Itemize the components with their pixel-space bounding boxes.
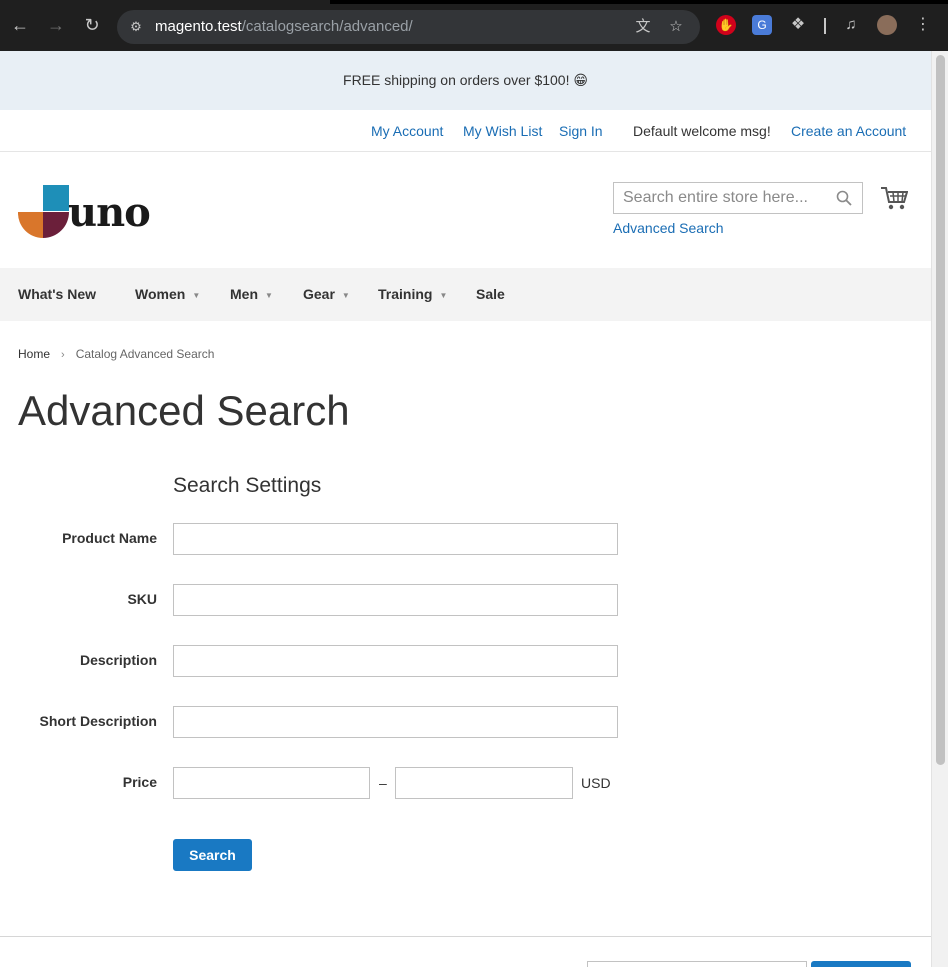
price-currency: USD (581, 775, 611, 791)
promo-banner: FREE shipping on orders over $100! 😁 (0, 51, 931, 110)
nav-item-whats-new[interactable]: What's New (18, 286, 96, 302)
description-input[interactable] (173, 645, 618, 677)
nav-item-label: What's New (18, 286, 97, 302)
my-wish-list-link[interactable]: My Wish List (463, 123, 542, 139)
product-name-label: Product Name (62, 530, 157, 546)
chevron-down-icon: ▼ (341, 290, 350, 300)
chevron-down-icon: ▼ (265, 290, 273, 300)
price-to-input[interactable] (395, 767, 573, 799)
product-name-input[interactable] (173, 523, 618, 555)
translate-extension-icon[interactable]: G (752, 15, 772, 35)
nav-item-gear[interactable]: Gear ▼ (303, 286, 350, 302)
newsletter-subscribe-button[interactable] (811, 961, 911, 967)
breadcrumb: Home › Catalog Advanced Search (18, 347, 214, 361)
price-from-input[interactable] (173, 767, 370, 799)
footer-divider (0, 936, 931, 937)
form-legend: Search Settings (173, 474, 322, 497)
logo-mark-icon (17, 185, 69, 238)
url-path: /catalogsearch/advanced/ (241, 18, 413, 35)
nav-item-men[interactable]: Men ▼ (230, 286, 273, 302)
breadcrumb-home-link[interactable]: Home (18, 347, 50, 361)
breadcrumb-separator: › (61, 349, 65, 361)
bookmark-star-icon[interactable]: ☆ (667, 18, 685, 36)
header-links: My Account My Wish List Sign In Default … (0, 110, 931, 152)
nav-item-training[interactable]: Training ▼ (378, 286, 447, 302)
nav-item-women[interactable]: Women ▼ (135, 286, 200, 302)
url-text[interactable]: magento.test/catalogsearch/advanced/ (155, 18, 413, 36)
description-label: Description (79, 652, 157, 668)
back-icon[interactable]: ← (9, 14, 31, 36)
my-account-link[interactable]: My Account (371, 123, 443, 139)
page-title: Advanced Search (18, 387, 350, 434)
nav-item-label: Sale (476, 286, 505, 302)
forward-icon[interactable]: → (45, 14, 67, 36)
search-icon[interactable] (836, 190, 852, 206)
advanced-search-link[interactable]: Advanced Search (613, 220, 724, 236)
create-account-link[interactable]: Create an Account (791, 123, 906, 139)
search-input[interactable] (614, 183, 832, 213)
address-bar[interactable]: ⚙ magento.test/catalogsearch/advanced/ 文… (117, 10, 700, 44)
reload-icon[interactable]: ↻ (81, 14, 103, 36)
scrollbar-thumb[interactable] (936, 55, 945, 765)
nav-item-label: Men (230, 286, 258, 302)
nav-item-label: Training (378, 286, 433, 302)
nav-item-sale[interactable]: Sale (476, 286, 505, 302)
extensions-puzzle-icon[interactable]: ❖ (788, 15, 808, 35)
short-description-input[interactable] (173, 706, 618, 738)
browser-menu-icon[interactable]: ⋮ (913, 15, 933, 35)
main-navigation: What's New Women ▼ Men ▼ Gear ▼ Training ▼ S… (0, 268, 931, 321)
price-range-separator: – (379, 775, 387, 791)
browser-toolbar: ← → ↻ ⚙ magento.test/catalogsearch/advan… (0, 0, 948, 51)
sku-label: SKU (127, 591, 157, 607)
site-info-icon[interactable]: ⚙ (127, 18, 145, 36)
profile-avatar[interactable] (877, 15, 897, 35)
toolbar-divider (824, 18, 826, 34)
page-content: FREE shipping on orders over $100! 😁 My … (0, 51, 931, 967)
store-logo[interactable]: uno (17, 185, 158, 239)
url-host: magento.test (155, 18, 242, 35)
logo-wordmark: uno (68, 189, 151, 236)
page-scrollbar[interactable] (931, 51, 948, 967)
welcome-message: Default welcome msg! (633, 123, 771, 139)
sku-input[interactable] (173, 584, 618, 616)
chevron-down-icon: ▼ (439, 290, 448, 300)
nav-item-label: Women (135, 286, 186, 302)
nav-item-label: Gear (303, 286, 335, 302)
translate-icon[interactable]: 文 (634, 18, 652, 36)
search-submit-button[interactable]: Search (173, 839, 252, 871)
media-control-icon[interactable]: ♫ (841, 15, 861, 35)
shopping-cart-icon[interactable] (880, 185, 908, 211)
store-search (613, 182, 863, 214)
short-description-label: Short Description (39, 713, 157, 729)
tab-strip (0, 0, 948, 4)
adblock-extension-icon[interactable]: ✋ (716, 15, 736, 35)
breadcrumb-current: Catalog Advanced Search (75, 347, 215, 361)
chevron-down-icon: ▼ (192, 290, 201, 300)
newsletter-email-field[interactable] (587, 961, 807, 967)
active-tab[interactable] (0, 0, 330, 4)
sign-in-link[interactable]: Sign In (559, 123, 603, 139)
price-label: Price (122, 774, 157, 790)
